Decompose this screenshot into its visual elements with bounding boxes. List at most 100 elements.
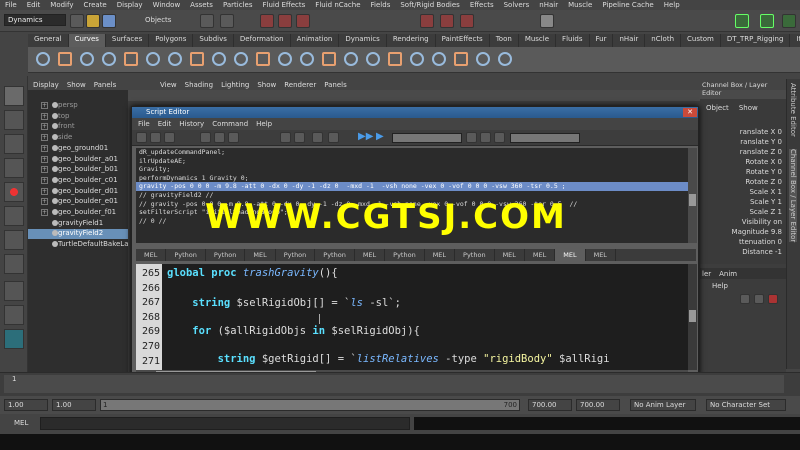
execute-all-icon[interactable]: ▶▶ [358, 131, 373, 142]
command-input[interactable] [40, 417, 410, 430]
menu-item[interactable]: Soft/Rigid Bodies [395, 1, 464, 9]
new-layer-selected-icon[interactable] [754, 294, 764, 304]
expand-icon[interactable]: + [41, 176, 48, 184]
toggle-tool-settings-icon[interactable] [782, 14, 796, 28]
curve-tool-icon[interactable] [190, 52, 204, 66]
outliner-item[interactable]: + geo_boulder_b01 [28, 165, 128, 175]
curve-tool-icon[interactable] [322, 52, 336, 66]
attribute-editor-tab[interactable]: Attribute Editor [789, 83, 797, 137]
shelf-tab[interactable]: Subdivs [193, 34, 234, 47]
channel-attribute[interactable]: Distance -1 [742, 248, 782, 256]
script-tab[interactable]: MEL [495, 249, 525, 261]
shelf-tab[interactable]: nHair [613, 34, 646, 47]
channel-box-menu-item[interactable]: Show [739, 104, 758, 112]
menu-item[interactable]: Create [78, 1, 111, 9]
menu-item[interactable]: Modify [45, 1, 78, 9]
curve-tool-icon[interactable] [124, 52, 138, 66]
show-manipulator-icon[interactable] [4, 254, 24, 274]
channel-attribute[interactable]: ranslate Y 0 [740, 138, 782, 146]
clear-all-icon[interactable] [228, 132, 239, 143]
playback-end-field[interactable]: 700.00 [528, 399, 572, 411]
menu-item[interactable]: Solvers [499, 1, 535, 9]
shelf-tab[interactable]: Animation [291, 34, 340, 47]
menu-item[interactable]: Fluid Effects [257, 1, 310, 9]
curve-tool-icon[interactable] [212, 52, 226, 66]
outliner-item[interactable]: gravityField2 [28, 229, 128, 240]
search-field[interactable] [392, 133, 462, 143]
curve-tool-icon[interactable] [234, 52, 248, 66]
show-stack-trace-icon[interactable] [328, 132, 339, 143]
render-icon[interactable] [440, 14, 454, 28]
lasso-tool-icon[interactable] [4, 110, 24, 130]
scale-tool-icon[interactable] [4, 206, 24, 226]
expand-icon[interactable]: + [41, 123, 48, 131]
outliner-layout-icon[interactable] [4, 329, 24, 349]
command-documentation-icon[interactable] [494, 132, 505, 143]
shelf-tab[interactable]: DT_TRP_Rigging [721, 34, 791, 47]
menuset-dropdown[interactable]: Dynamics [4, 14, 66, 26]
select-tool-icon[interactable] [4, 86, 24, 106]
line-numbers-icon[interactable] [294, 132, 305, 143]
playback-start-field[interactable]: 1.00 [52, 399, 96, 411]
shelf-tab[interactable]: Deformation [234, 34, 291, 47]
script-tab[interactable]: MEL [425, 249, 456, 261]
outliner-item[interactable]: + top [28, 112, 128, 122]
show-line-icon[interactable] [312, 132, 323, 143]
outliner-item[interactable]: + side [28, 133, 128, 143]
script-tab[interactable]: Python [455, 249, 495, 261]
script-tab[interactable]: Python [385, 249, 425, 261]
curve-tool-icon[interactable] [454, 52, 468, 66]
goto-line-field[interactable] [510, 133, 580, 143]
layer-editor-tab[interactable]: ler [702, 270, 711, 278]
close-icon[interactable]: ✕ [683, 108, 697, 117]
new-layer-icon[interactable] [740, 294, 750, 304]
curve-tool-icon[interactable] [36, 52, 50, 66]
clear-input-icon[interactable] [214, 132, 225, 143]
shelf-tab[interactable]: PaintEffects [436, 34, 490, 47]
shelf-tab[interactable]: Polygons [149, 34, 194, 47]
time-slider-track[interactable] [4, 375, 784, 393]
input-line-icon[interactable] [540, 14, 554, 28]
outliner-item[interactable]: + geo_boulder_c01 [28, 176, 128, 186]
source-script-icon[interactable] [150, 132, 161, 143]
menu-item[interactable]: Window [148, 1, 186, 9]
channel-attribute[interactable]: Rotate X 0 [745, 158, 782, 166]
shelf-tab[interactable]: Rendering [387, 34, 436, 47]
curve-tool-icon[interactable] [300, 52, 314, 66]
menu-item[interactable]: Fields [366, 1, 396, 9]
outliner-item[interactable]: + front [28, 122, 128, 132]
shelf-tab[interactable]: Muscle [519, 34, 557, 47]
time-slider[interactable]: 1 [0, 372, 800, 396]
clear-history-icon[interactable] [200, 132, 211, 143]
shelf-tab[interactable]: Dynamics [339, 34, 387, 47]
outliner-item[interactable]: + geo_ground01 [28, 144, 128, 154]
script-tab[interactable]: MEL [136, 249, 167, 261]
outliner-item[interactable]: + geo_boulder_d01 [28, 187, 128, 197]
channel-attribute[interactable]: Magnitude 9.8 [732, 228, 782, 236]
curve-tool-icon[interactable] [388, 52, 402, 66]
expand-icon[interactable]: + [41, 187, 48, 195]
manipulator-tool-icon[interactable] [4, 230, 24, 250]
outliner-item[interactable]: + geo_boulder_f01 [28, 208, 128, 218]
search-icon[interactable] [466, 132, 477, 143]
script-tab[interactable]: MEL [586, 249, 616, 261]
shelf-tab[interactable]: Fluids [556, 34, 590, 47]
execute-icon[interactable]: ▶ [376, 131, 384, 142]
toggle-channel-box-icon[interactable] [735, 14, 749, 28]
channel-attribute[interactable]: Scale Z 1 [749, 208, 782, 216]
channel-attribute[interactable]: Visibility on [742, 218, 782, 226]
layer-editor-tab[interactable]: Anim [719, 270, 737, 278]
curve-tool-icon[interactable] [102, 52, 116, 66]
curve-tool-icon[interactable] [432, 52, 446, 66]
viewport-menu-item[interactable]: Renderer [284, 81, 316, 89]
script-editor-titlebar[interactable]: Script Editor ✕ [132, 107, 698, 118]
script-tab[interactable]: MEL [355, 249, 386, 261]
shelf-tab[interactable]: Fur [590, 34, 614, 47]
delete-layer-icon[interactable] [768, 294, 778, 304]
outliner-item[interactable]: gravityField1 [28, 219, 128, 229]
channel-box-tab[interactable]: Channel Box / Layer Editor [789, 149, 797, 243]
script-tab[interactable]: MEL [555, 249, 586, 261]
shelf-tab[interactable]: nCloth [645, 34, 682, 47]
ipr-render-icon[interactable] [460, 14, 474, 28]
expand-icon[interactable]: + [41, 112, 48, 120]
